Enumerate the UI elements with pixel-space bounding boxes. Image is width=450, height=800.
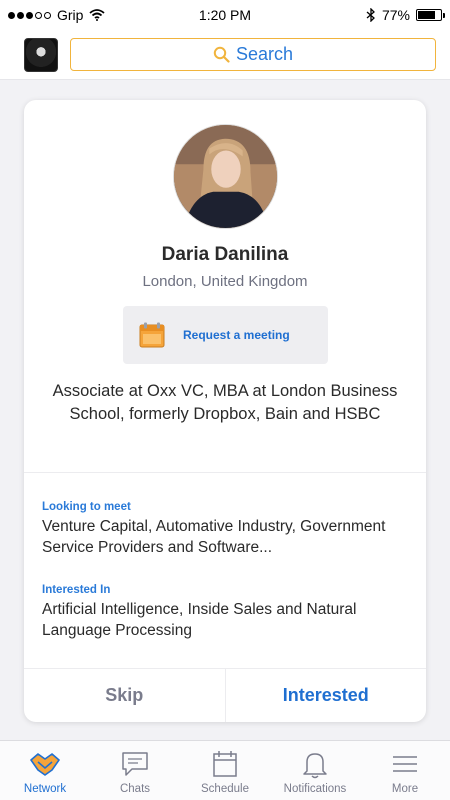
profile-card: Daria Danilina London, United Kingdom Re…	[24, 100, 426, 722]
user-avatar[interactable]	[24, 37, 58, 72]
signal-icon	[8, 11, 51, 19]
top-header: Search	[0, 30, 450, 80]
profile-photo-image	[174, 125, 277, 228]
skip-button[interactable]: Skip	[24, 669, 226, 722]
tab-network[interactable]: Network	[0, 741, 90, 800]
interested-in-label: Interested In	[42, 584, 111, 596]
profile-headline: Associate at Oxx VC, MBA at London Busin…	[52, 382, 398, 423]
looking-to-meet-text: Venture Capital, Automative Industry, Go…	[42, 518, 386, 556]
tab-notifications[interactable]: Notifications	[270, 741, 360, 800]
wifi-icon	[89, 9, 106, 21]
calendar-icon	[213, 751, 237, 777]
status-bar: Grip 1:20 PM 77%	[0, 0, 450, 30]
divider	[24, 472, 426, 473]
battery-icon	[416, 9, 445, 21]
search-icon	[213, 46, 230, 63]
battery-percent: 77%	[381, 7, 410, 23]
profile-name: Daria Danilina	[161, 244, 289, 265]
card-actions: Skip Interested	[24, 668, 426, 722]
battery-level	[418, 11, 435, 19]
tab-chats[interactable]: Chats	[90, 741, 180, 800]
bell-icon	[303, 753, 327, 779]
tab-notifications-label: Notifications	[283, 783, 347, 795]
tab-more-label: More	[391, 783, 419, 795]
interested-in-text: Artificial Intelligence, Inside Sales an…	[42, 601, 357, 639]
request-meeting-label: Request a meeting	[183, 328, 290, 342]
calendar-icon	[139, 322, 165, 348]
looking-to-meet-label: Looking to meet	[42, 501, 131, 513]
tab-schedule-label: Schedule	[201, 783, 249, 795]
search-button[interactable]: Search	[70, 38, 436, 71]
menu-icon	[393, 756, 417, 772]
tab-bar: Network Chats Schedule Notifications Mor…	[0, 740, 450, 800]
carrier-label: Grip	[57, 7, 84, 23]
tab-chats-label: Chats	[119, 783, 151, 795]
interested-button[interactable]: Interested	[226, 669, 427, 722]
status-left: Grip	[8, 7, 106, 23]
tab-network-label: Network	[23, 783, 67, 795]
handshake-icon	[30, 753, 60, 776]
profile-photo	[173, 124, 278, 229]
request-meeting-button[interactable]: Request a meeting	[123, 306, 328, 364]
bluetooth-icon	[366, 8, 375, 22]
chat-icon	[122, 752, 148, 776]
status-right: 77%	[366, 7, 445, 23]
tab-more[interactable]: More	[360, 741, 450, 800]
profile-location: London, United Kingdom	[142, 273, 308, 290]
tab-schedule[interactable]: Schedule	[180, 741, 270, 800]
search-label: Search	[235, 44, 294, 64]
